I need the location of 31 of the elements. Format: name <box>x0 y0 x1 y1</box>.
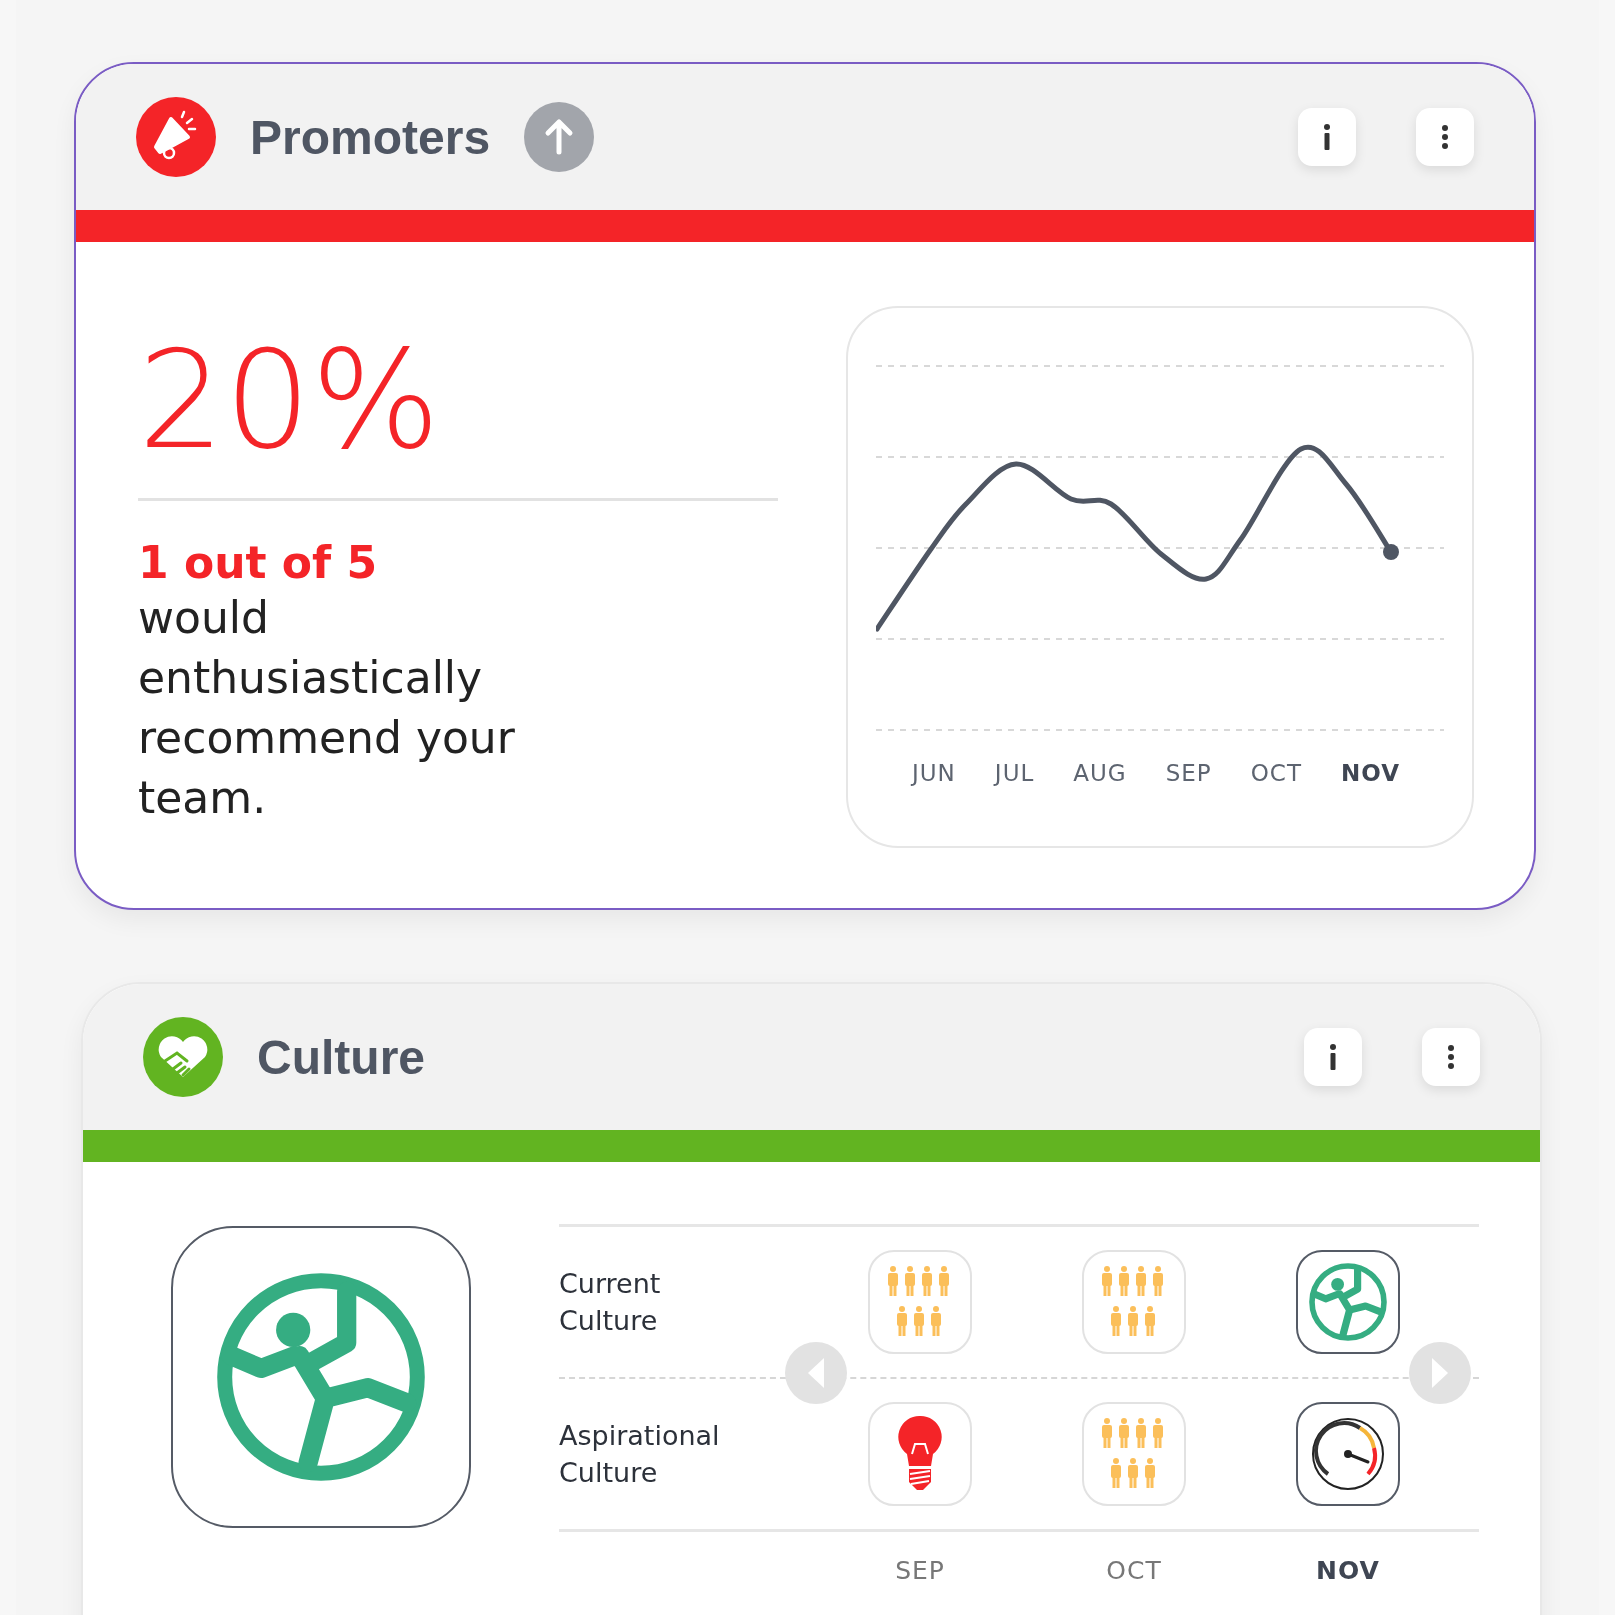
climber-icon <box>214 1270 428 1484</box>
month-label: NOV <box>1316 1556 1380 1585</box>
info-button[interactable] <box>1304 1028 1362 1086</box>
card-title: Promoters <box>250 109 491 165</box>
gauge-icon <box>1310 1416 1386 1492</box>
month-label: OCT <box>1106 1556 1162 1585</box>
right-triangle-icon <box>1432 1358 1448 1388</box>
climber-icon <box>1308 1262 1388 1342</box>
more-button[interactable] <box>1416 108 1474 166</box>
month-label: NOV <box>1341 760 1400 786</box>
month-label: JUL <box>994 760 1035 786</box>
more-button[interactable] <box>1422 1028 1480 1086</box>
heart-handshake-icon <box>143 1017 223 1097</box>
row-label: Aspirational Culture <box>559 1419 721 1490</box>
highlight-text: 1 out of 5 <box>138 537 379 588</box>
month-label: AUG <box>1073 760 1127 786</box>
info-icon <box>1329 1044 1337 1070</box>
month-label: OCT <box>1250 760 1302 786</box>
month-label: JUN <box>912 760 956 786</box>
more-icon <box>1442 125 1448 149</box>
info-button[interactable] <box>1298 108 1356 166</box>
info-icon <box>1323 124 1331 150</box>
percent-value: 20% <box>138 320 442 481</box>
month-label: SEP <box>895 1556 945 1585</box>
megaphone-icon <box>136 97 216 177</box>
month-label: SEP <box>1165 760 1212 786</box>
row-label: Current Culture <box>559 1267 662 1338</box>
description-text: would enthusiastically recommend your team. <box>138 591 516 825</box>
more-icon <box>1448 1045 1454 1069</box>
left-triangle-icon <box>808 1358 824 1388</box>
card-title: Culture <box>257 1029 425 1085</box>
